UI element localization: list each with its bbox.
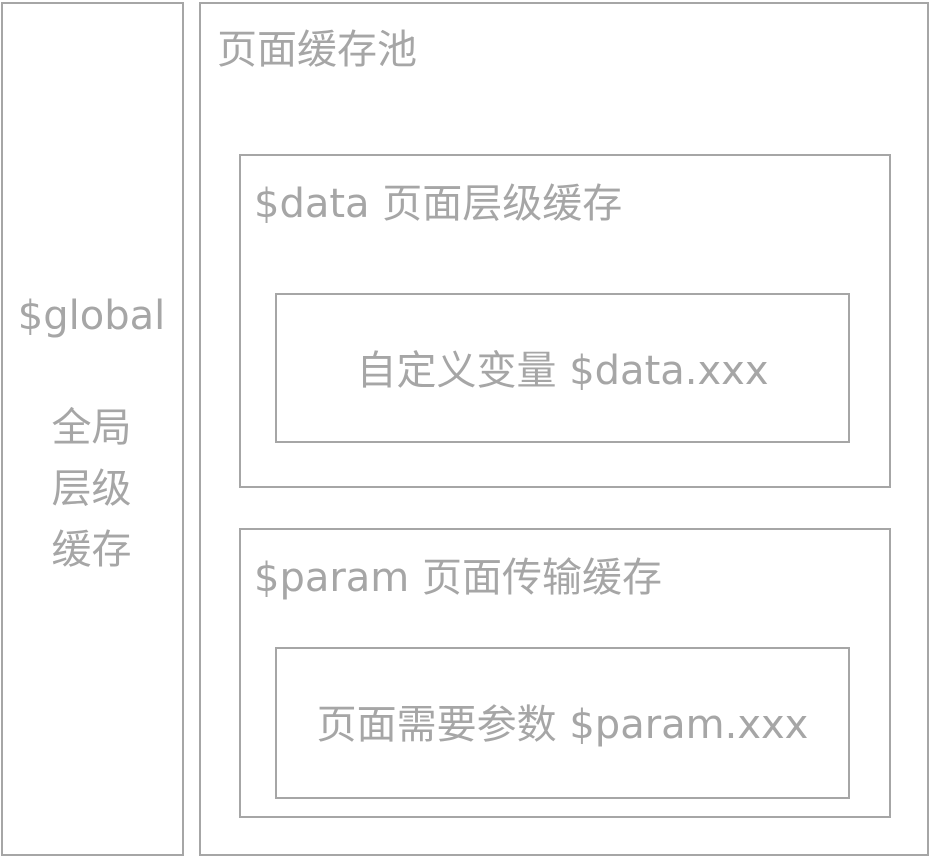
param-cache-title: $param 页面传输缓存 [254, 555, 662, 601]
page-cache-pool-title: 页面缓存池 [217, 27, 417, 73]
global-variable-label: $global [17, 293, 166, 339]
data-cache-title: $data 页面层级缓存 [254, 181, 623, 227]
global-description: 全局 层级 缓存 [0, 398, 183, 581]
global-description-line-3: 缓存 [51, 527, 132, 573]
param-required-parameter-label: 页面需要参数 $param.xxx [316, 702, 809, 748]
data-custom-variable-label: 自定义变量 $data.xxx [356, 348, 769, 394]
global-description-line-2: 层级 [51, 466, 132, 512]
global-description-line-1: 全局 [51, 405, 132, 451]
